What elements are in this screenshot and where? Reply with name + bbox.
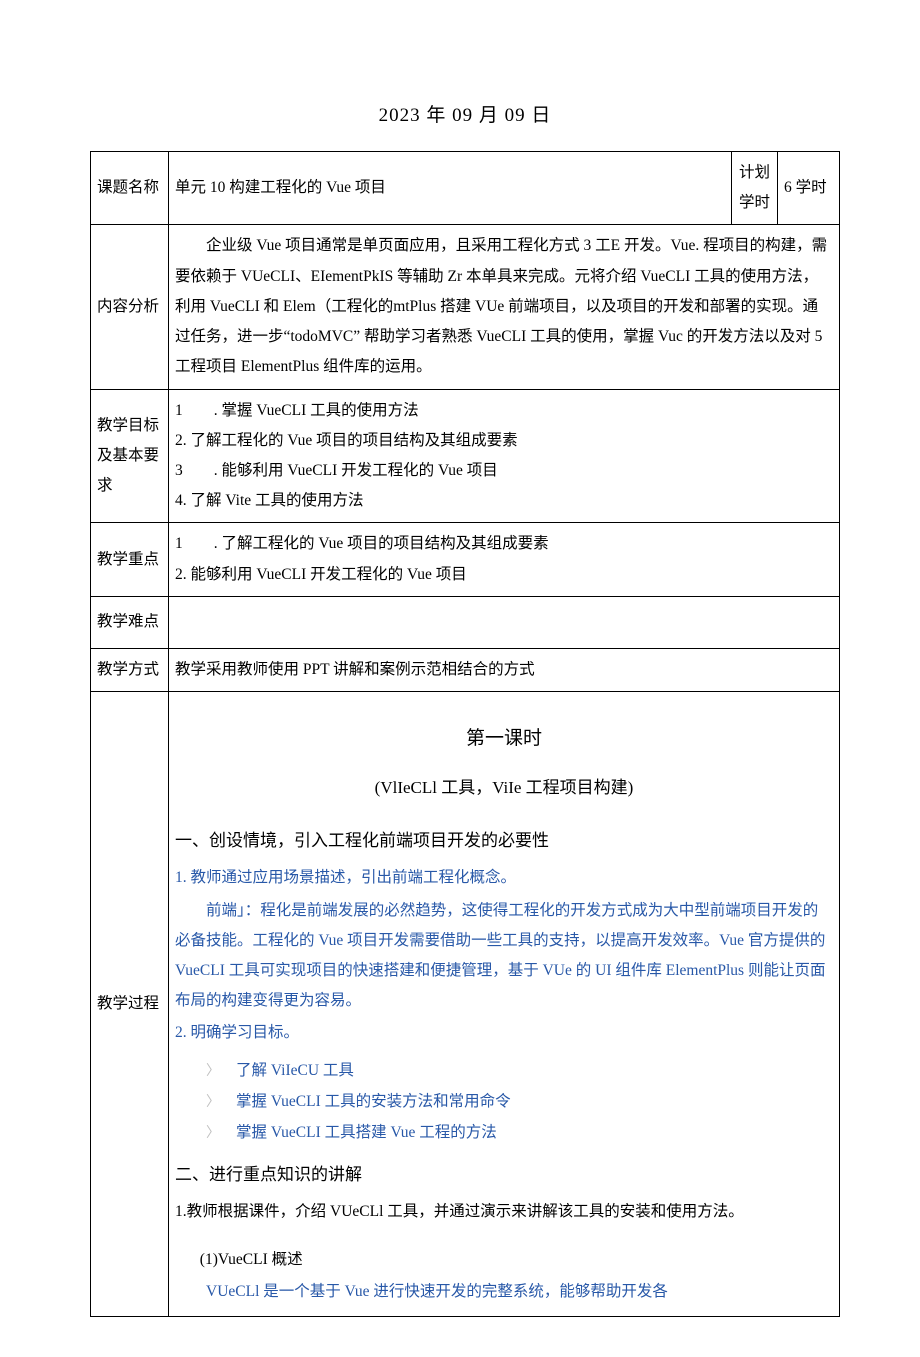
label-topic: 课题名称 [91, 152, 169, 225]
bullet-text: 掌握 VueCLI 工具搭建 Vue 工程的方法 [236, 1117, 497, 1148]
goal-item: 1 . 掌握 VueCLI 工具的使用方法 [175, 396, 833, 426]
section-2-sub-1: (1)VueCLI 概述 [175, 1245, 833, 1275]
value-goals: 1 . 掌握 VueCLI 工具的使用方法 2. 了解工程化的 Vue 项目的项… [169, 389, 840, 523]
chevron-right-icon: 〉 [206, 1058, 236, 1086]
value-method: 教学采用教师使用 PPT 讲解和案例示范相结合的方式 [169, 648, 840, 691]
row-difficulty: 教学难点 [91, 596, 840, 648]
value-process: 第一课时 (VlIeCLl 工具，ViIe 工程项目构建) 一、创设情境，引入工… [169, 692, 840, 1316]
row-goals: 教学目标及基本要求 1 . 掌握 VueCLI 工具的使用方法 2. 了解工程化… [91, 389, 840, 523]
value-content-analysis: 企业级 Vue 项目通常是单页面应用，且采用工程化方式 3 工E 开发。Vue.… [169, 225, 840, 389]
label-goals: 教学目标及基本要求 [91, 389, 169, 523]
bullet-item: 〉 掌握 VueCLI 工具的安装方法和常用命令 [206, 1086, 833, 1117]
chevron-right-icon: 〉 [206, 1089, 236, 1117]
goal-bullets: 〉 了解 ViIeCU 工具 〉 掌握 VueCLI 工具的安装方法和常用命令 … [175, 1055, 833, 1148]
section-2-item-1: 1.教师根据课件，介绍 VUeCLl 工具，并通过演示来讲解该工具的安装和使用方… [175, 1197, 833, 1227]
label-plan-hours: 计划学时 [732, 152, 778, 225]
label-method: 教学方式 [91, 648, 169, 691]
lesson-subtitle: (VlIeCLl 工具，ViIe 工程项目构建) [175, 771, 833, 804]
goal-item: 3 . 能够利用 VueCLI 开发工程化的 Vue 项目 [175, 456, 833, 486]
row-topic: 课题名称 单元 10 构建工程化的 Vue 项目 计划学时 6 学时 [91, 152, 840, 225]
value-difficulty [169, 596, 840, 648]
row-content-analysis: 内容分析 企业级 Vue 项目通常是单页面应用，且采用工程化方式 3 工E 开发… [91, 225, 840, 389]
lesson-title: 第一课时 [175, 720, 833, 757]
bullet-text: 了解 ViIeCU 工具 [236, 1055, 354, 1086]
lesson-plan-table: 课题名称 单元 10 构建工程化的 Vue 项目 计划学时 6 学时 内容分析 … [90, 151, 840, 1317]
focus-item: 1 . 了解工程化的 Vue 项目的项目结构及其组成要素 [175, 529, 833, 559]
document-date: 2023 年 09 月 09 日 [90, 100, 840, 127]
bullet-item: 〉 掌握 VueCLI 工具搭建 Vue 工程的方法 [206, 1117, 833, 1148]
label-focus: 教学重点 [91, 523, 169, 596]
label-content-analysis: 内容分析 [91, 225, 169, 389]
section-1-title: 一、创设情境，引入工程化前端项目开发的必要性 [175, 824, 833, 857]
label-difficulty: 教学难点 [91, 596, 169, 648]
value-plan-hours: 6 学时 [778, 152, 840, 225]
bullet-text: 掌握 VueCLI 工具的安装方法和常用命令 [236, 1086, 511, 1117]
row-method: 教学方式 教学采用教师使用 PPT 讲解和案例示范相结合的方式 [91, 648, 840, 691]
value-focus: 1 . 了解工程化的 Vue 项目的项目结构及其组成要素 2. 能够利用 Vue… [169, 523, 840, 596]
row-focus: 教学重点 1 . 了解工程化的 Vue 项目的项目结构及其组成要素 2. 能够利… [91, 523, 840, 596]
bullet-item: 〉 了解 ViIeCU 工具 [206, 1055, 833, 1086]
goal-item: 4. 了解 Vite 工具的使用方法 [175, 486, 833, 516]
focus-item: 2. 能够利用 VueCLI 开发工程化的 Vue 项目 [175, 560, 833, 590]
goal-item: 2. 了解工程化的 Vue 项目的项目结构及其组成要素 [175, 426, 833, 456]
section-1-item-2: 2. 明确学习目标。 [175, 1018, 833, 1048]
value-topic: 单元 10 构建工程化的 Vue 项目 [169, 152, 732, 225]
section-1-item-1: 1. 教师通过应用场景描述，引出前端工程化概念。 [175, 863, 833, 893]
label-process: 教学过程 [91, 692, 169, 1316]
section-2-title: 二、进行重点知识的讲解 [175, 1158, 833, 1191]
chevron-right-icon: 〉 [206, 1120, 236, 1148]
section-1-paragraph: 前端」：程化是前端发展的必然趋势，这使得工程化的开发方式成为大中型前端项目开发的… [175, 896, 833, 1017]
section-2-sub-1-para: VUeCLl 是一个基于 Vue 进行快速开发的完整系统，能够帮助开发各 [175, 1277, 833, 1307]
row-process: 教学过程 第一课时 (VlIeCLl 工具，ViIe 工程项目构建) 一、创设情… [91, 692, 840, 1316]
